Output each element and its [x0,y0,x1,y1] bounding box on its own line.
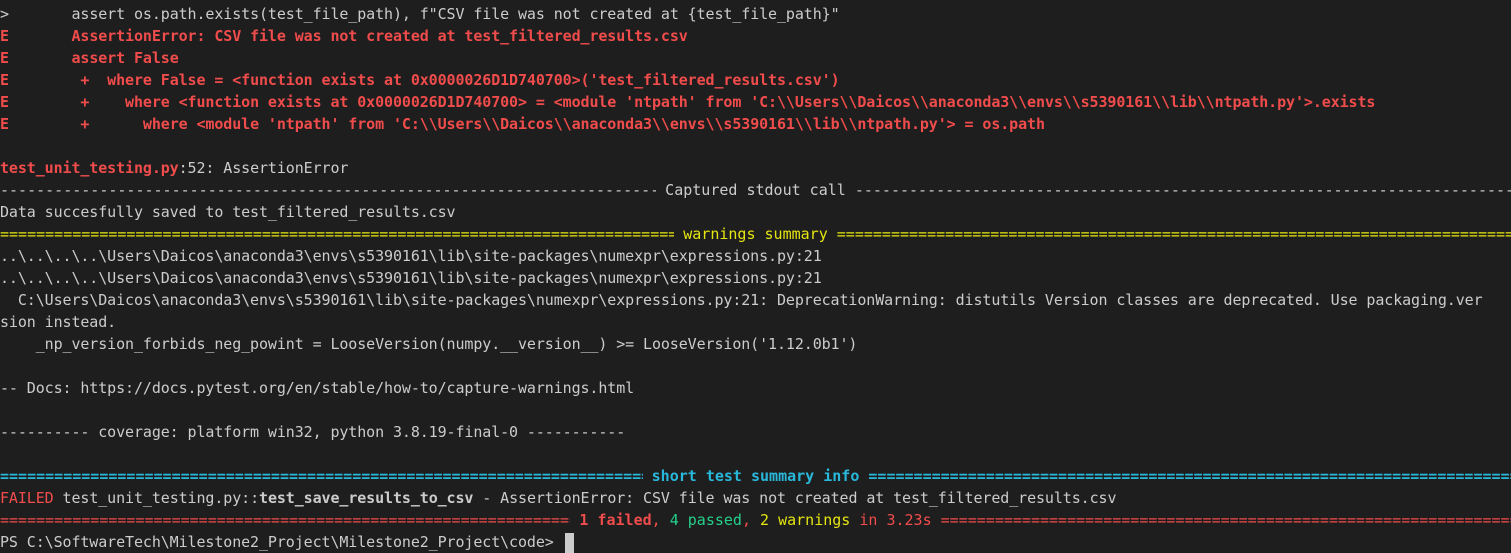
warning-source-line: _np_version_forbids_neg_powint = LooseVe… [0,335,858,353]
error-line: E AssertionError: CSV file was not creat… [0,25,1511,47]
result-summary: 1 failed, 4 passed, 2 warnings in 3.23s [579,511,932,529]
error-text: assert False [8,49,179,67]
code-text: assert os.path.exists(test_file_path), f… [8,5,840,23]
error-marker: E [0,49,9,67]
error-text: + where False = <function exists at 0x00… [8,71,840,89]
separator-title: short test summary info [642,467,869,485]
result-separator: 1 failed, 4 passed, 2 warnings in 3.23s [0,509,1511,531]
error-text: + where <module 'ntpath' from 'C:\\Users… [8,115,1045,133]
error-line: E + where <function exists at 0x0000026D… [0,91,1511,113]
warnings-summary-separator: warnings summary [0,223,1511,245]
error-line: E + where <module 'ntpath' from 'C:\\Use… [0,113,1511,135]
failed-count: 1 failed [579,511,652,529]
error-line: E assert False [0,47,1511,69]
failed-test-message: - AssertionError: CSV file was not creat… [473,489,1117,507]
short-summary-separator: short test summary info [0,465,1511,487]
error-text: AssertionError: CSV file was not created… [8,27,688,45]
passed-count: 4 passed [669,511,742,529]
error-marker: E [0,71,9,89]
error-marker: E [0,93,9,111]
terminal-output[interactable]: > assert os.path.exists(test_file_path),… [0,3,1511,553]
docs-line[interactable]: -- Docs: https://docs.pytest.org/en/stab… [0,377,1511,399]
warning-message-line: C:\Users\Daicos\anaconda3\envs\s5390161\… [0,291,1483,309]
prompt-line[interactable]: PS C:\SoftwareTech\Milestone2_Project\Mi… [0,531,1511,553]
stdout-line: Data succesfully saved to test_filtered_… [0,203,456,221]
error-marker: E [0,115,9,133]
failed-test-file: test_unit_testing.py:: [53,489,260,507]
coverage-line: ---------- coverage: platform win32, pyt… [0,423,626,441]
line-marker: > [0,5,9,23]
traceback-assert-line: > assert os.path.exists(test_file_path),… [0,3,1511,25]
separator-title: warnings summary [674,225,837,243]
text-cursor [564,532,574,553]
warnings-count: 2 warnings [760,511,851,529]
warning-path-line: ..\..\..\..\Users\Daicos\anaconda3\envs\… [0,247,822,265]
failed-test-name: test_save_results_to_csv [259,489,474,507]
duration: in 3.23s [850,511,932,529]
failed-test-line: FAILED test_unit_testing.py::test_save_r… [0,487,1511,509]
error-location: test_unit_testing.py:52: AssertionError [0,157,1511,179]
error-text: + where <function exists at 0x0000026D1D… [8,93,1376,111]
warning-message-line: sion instead. [0,313,117,331]
warning-path-line: ..\..\..\..\Users\Daicos\anaconda3\envs\… [0,269,822,287]
error-location-file[interactable]: test_unit_testing.py [0,159,179,177]
separator-title: Captured stdout call [656,181,855,199]
shell-prompt: PS C:\SoftwareTech\Milestone2_Project\Mi… [0,533,563,551]
failed-label: FAILED [0,489,54,507]
error-marker: E [0,27,9,45]
captured-stdout-separator: Captured stdout call [0,179,1511,201]
error-location-detail: :52: AssertionError [178,159,349,177]
error-line: E + where False = <function exists at 0x… [0,69,1511,91]
